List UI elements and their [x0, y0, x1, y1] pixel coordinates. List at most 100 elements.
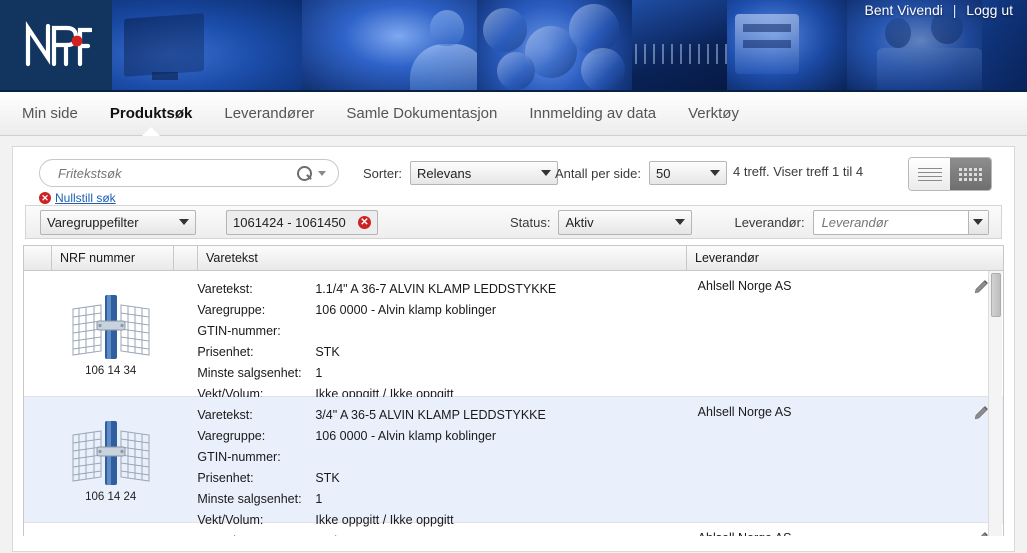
supplier-dropdown-button[interactable] — [967, 210, 988, 234]
value-varetekst: 1.1/2" A 36-8 ALVIN KLAMP LEDDSTYKKE — [315, 531, 556, 536]
results-scrollbar[interactable] — [988, 271, 1002, 536]
status-select[interactable]: Aktiv — [558, 209, 693, 235]
chevron-down-icon — [675, 219, 686, 225]
supplier-input[interactable] — [819, 213, 968, 231]
label-minste-salgsenhet: Minste salgsenhet: — [197, 366, 302, 380]
nrf-logo[interactable] — [0, 0, 112, 90]
value-varegruppe: 106 0000 - Alvin klamp koblinger — [315, 303, 497, 317]
product-thumbnail-cell: 106 14 24 — [24, 397, 197, 522]
sort-select[interactable]: Relevans — [410, 161, 559, 185]
results-table-header: NRF nummer Varetekst Leverandør — [23, 245, 1004, 271]
search-input[interactable] — [56, 164, 286, 182]
chevron-down-icon — [179, 219, 189, 225]
logo-dot — [71, 35, 83, 47]
product-details: Varetekst: 1.1/4" A 36-7 ALVIN KLAMP LEDD… — [197, 271, 697, 401]
nav-item-innmelding-av-data[interactable]: Innmelding av data — [513, 92, 672, 135]
list-view-button[interactable] — [909, 158, 950, 190]
product-details: Varetekst:1.1/2" A 36-8 ALVIN KLAMP LEDD… — [197, 523, 697, 536]
search-icon[interactable] — [297, 165, 312, 181]
product-image — [72, 420, 150, 485]
label-varegruppe: Varegruppe: — [197, 429, 266, 443]
label-gtin: GTIN-nummer: — [197, 450, 281, 464]
remove-circle-icon[interactable]: ✕ — [358, 215, 371, 229]
search-panel: ✕ Nullstill søk Sorter: Relevans Antall … — [12, 146, 1015, 552]
supplier-cell: Ahlsell Norge AS — [697, 405, 792, 419]
supplier-cell: Ahlsell Norge AS — [698, 523, 974, 536]
supplier-combo[interactable] — [812, 209, 989, 235]
reset-search-label: Nullstill søk — [55, 191, 116, 205]
value-varetekst: 1.1/4" A 36-7 ALVIN KLAMP LEDDSTYKKE — [315, 282, 557, 296]
column-varetekst[interactable]: Varetekst — [198, 246, 687, 270]
nav-item-samle-dokumentasjon[interactable]: Samle Dokumentasjon — [330, 92, 513, 135]
user-name: Bent Vivendi — [864, 2, 943, 18]
label-varetekst: Varetekst: — [197, 282, 253, 296]
table-row[interactable]: Varetekst:1.1/2" A 36-8 ALVIN KLAMP LEDD… — [24, 523, 1003, 536]
product-thumbnail-cell: 106 14 34 — [24, 271, 197, 396]
value-prisenhet: STK — [315, 345, 340, 359]
product-image — [72, 294, 150, 359]
logout-link[interactable]: Logg ut — [966, 2, 1013, 18]
value-prisenhet: STK — [315, 471, 340, 485]
results-table-body: 106 14 34 Varetekst: 1.1/4" A 36-7 ALVIN … — [23, 271, 1004, 536]
supplier-filter: Leverandør: — [734, 209, 989, 235]
search-box-icons — [297, 165, 326, 181]
nrf-number: 106 14 34 — [85, 364, 137, 377]
nav-item-produktsok[interactable]: Produktsøk — [94, 92, 209, 135]
nav-list: Min side Produktsøk Leverandører Samle D… — [0, 92, 1027, 135]
table-row[interactable]: 106 14 24 Varetekst: 3/4" A 36-5 ALVIN KL… — [24, 397, 1003, 527]
search-box[interactable] — [39, 159, 339, 187]
status-label: Status: — [510, 214, 551, 230]
product-group-filter-select[interactable]: Varegruppefilter — [40, 209, 196, 235]
product-details: Varetekst: 3/4" A 36-5 ALVIN KLAMP LEDDST… — [197, 397, 697, 527]
content-area: ✕ Nullstill søk Sorter: Relevans Antall … — [0, 136, 1027, 553]
grid-view-icon — [959, 167, 982, 181]
per-page-label: Antall per side: — [555, 165, 641, 181]
sort-select-value: Relevans — [417, 165, 472, 181]
nrf-number: 106 14 24 — [85, 490, 137, 503]
label-prisenhet: Prisenhet: — [197, 345, 254, 359]
grid-view-button[interactable] — [950, 158, 991, 190]
nav-item-leverandorer[interactable]: Leverandører — [208, 92, 330, 135]
list-view-icon — [917, 165, 942, 184]
hits-summary: 4 treff. Viser treff 1 til 4 — [733, 164, 864, 179]
range-filter-chip: 1061424 - 1061450 ✕ — [226, 209, 378, 235]
per-page-select[interactable]: 50 — [649, 161, 727, 185]
reset-search-link[interactable]: ✕ Nullstill søk — [39, 191, 116, 205]
search-toolbar: ✕ Nullstill søk Sorter: Relevans Antall … — [23, 157, 1004, 205]
chevron-down-icon — [541, 170, 552, 176]
filter-bar: Varegruppefilter 1061424 - 1061450 ✕ Sta… — [25, 205, 1002, 239]
user-bar: Bent Vivendi | Logg ut — [865, 2, 1014, 18]
column-image — [174, 246, 198, 270]
chevron-down-icon — [973, 219, 984, 225]
status-filter: Status: Aktiv — [510, 209, 693, 235]
product-group-filter-value: Varegruppefilter — [47, 214, 139, 230]
site-header: Bent Vivendi | Logg ut — [0, 0, 1027, 92]
nrf-logo-icon — [25, 21, 92, 67]
main-navigation: Min side Produktsøk Leverandører Samle D… — [0, 92, 1027, 136]
label-minste-salgsenhet: Minste salgsenhet: — [197, 492, 302, 506]
column-nrf-nummer[interactable]: NRF nummer — [52, 246, 174, 270]
column-select — [24, 246, 52, 270]
label-varetekst: Varetekst: — [197, 408, 253, 422]
range-filter-value: 1061424 - 1061450 — [233, 214, 346, 230]
value-varetekst: 3/4" A 36-5 ALVIN KLAMP LEDDSTYKKE — [315, 408, 546, 422]
status-select-value: Aktiv — [565, 214, 594, 230]
remove-circle-icon: ✕ — [39, 192, 51, 204]
view-toggle — [908, 157, 992, 191]
nav-item-verktoy[interactable]: Verktøy — [672, 92, 755, 135]
value-minste-salgsenhet: 1 — [315, 492, 323, 506]
per-page-control: Antall per side: 50 — [555, 161, 727, 185]
per-page-select-value: 50 — [656, 165, 671, 181]
chevron-down-icon[interactable] — [318, 170, 326, 176]
nav-item-min-side[interactable]: Min side — [6, 92, 94, 135]
supplier-label: Leverandør: — [734, 214, 805, 230]
table-row[interactable]: 106 14 34 Varetekst: 1.1/4" A 36-7 ALVIN … — [24, 271, 1003, 401]
scrollbar-thumb[interactable] — [991, 273, 1001, 317]
sort-label: Sorter: — [363, 165, 403, 181]
label-gtin: GTIN-nummer: — [197, 324, 281, 338]
value-minste-salgsenhet: 1 — [315, 366, 323, 380]
column-leverandor[interactable]: Leverandør — [687, 246, 1003, 270]
user-separator: | — [952, 2, 957, 18]
chevron-down-icon — [710, 170, 720, 176]
label-varegruppe: Varegruppe: — [197, 303, 266, 317]
